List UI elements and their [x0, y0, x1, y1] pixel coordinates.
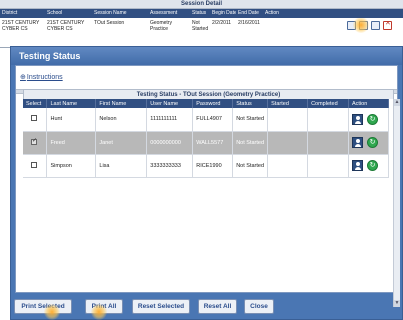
status: Not Started: [232, 154, 269, 178]
cursor-highlight: [91, 304, 107, 320]
session-status: Not Started: [192, 20, 209, 32]
select-cell: [23, 154, 48, 178]
column-header-user-name: User Name: [146, 99, 194, 108]
column-header-completed: Completed: [307, 99, 350, 108]
first-name: Lisa: [95, 154, 148, 178]
column-header-password: Password: [192, 99, 234, 108]
first-name: Janet: [95, 131, 148, 155]
select-checkbox[interactable]: [31, 161, 37, 168]
column-header-action: Action: [348, 99, 389, 108]
action-cell: ↻: [348, 131, 389, 155]
select-cell: [23, 108, 48, 132]
completed: [307, 108, 350, 132]
last-name: Hunt: [46, 108, 97, 132]
reset-all-button[interactable]: Reset All: [198, 299, 237, 314]
column-header-district: District: [2, 10, 18, 16]
go-arrow-icon[interactable]: ↻: [367, 137, 379, 148]
print-selected-button[interactable]: Print Selected: [14, 299, 72, 314]
testing-status-table: Select Last Name First Name User Name Pa…: [23, 99, 389, 178]
status: Not Started: [232, 108, 269, 132]
cursor-highlight: [353, 18, 369, 33]
close-button[interactable]: Close: [244, 299, 274, 314]
session-begin-date: 2/2/2011: [212, 20, 232, 26]
instructions-link[interactable]: ⊕Instructions: [20, 73, 63, 81]
user-name: 1111111111: [146, 108, 194, 132]
table-row: Freed Janet 0000000000 WALL5577 Not Star…: [23, 131, 389, 155]
select-cell: [23, 131, 48, 155]
action-cell: ↻: [348, 108, 389, 132]
page: Session Detail District School Session N…: [0, 0, 403, 320]
column-header-action: Action: [265, 10, 279, 16]
table-row: Simpson Lisa 3333333333 RICE1990 Not Sta…: [23, 154, 389, 178]
person-icon[interactable]: [352, 137, 364, 148]
grid-title: Testing Status - TOut Session (Geometry …: [23, 89, 394, 99]
session-detail-header: District School Session Name Assessment …: [0, 9, 403, 18]
session-detail-title: Session Detail: [0, 0, 403, 9]
session-assessment: Geometry Practice: [150, 20, 172, 32]
password: RICE1990: [192, 154, 234, 178]
instructions-label: Instructions: [26, 74, 63, 81]
session-district: 21ST CENTURY CYBER CS: [2, 20, 40, 32]
cursor-highlight: [44, 304, 60, 320]
window-title: Testing Status: [11, 47, 402, 65]
vertical-scrollbar[interactable]: ▲ ▼: [393, 99, 400, 307]
user-name: 0000000000: [146, 131, 194, 155]
column-header-session-name: Session Name: [94, 10, 127, 16]
session-name: TOut Session: [94, 20, 125, 26]
go-arrow-icon[interactable]: ↻: [367, 160, 379, 171]
password: FULL4907: [192, 108, 234, 132]
go-arrow-icon[interactable]: ↻: [367, 113, 379, 125]
column-header-first-name: First Name: [95, 99, 148, 108]
column-header-school: School: [47, 10, 63, 16]
select-checkbox[interactable]: [31, 138, 37, 145]
session-school: 21ST CENTURY CYBER CS: [47, 20, 85, 32]
completed: [307, 154, 350, 178]
expand-icon: ⊕: [20, 74, 26, 81]
started: [267, 131, 309, 155]
last-name: Simpson: [46, 154, 97, 178]
session-detail-panel: Session Detail District School Session N…: [0, 0, 403, 48]
column-header-end-date: End Date: [238, 10, 259, 16]
person-icon[interactable]: [352, 160, 364, 171]
testing-status-window: Testing Status ⊕Instructions Testing Sta…: [10, 46, 403, 320]
column-header-begin-date: Begin Date: [212, 10, 236, 16]
column-header-assessment: Assessment: [150, 10, 178, 16]
scroll-down-arrow-icon[interactable]: ▼: [394, 300, 400, 307]
column-header-status: Status: [232, 99, 269, 108]
reset-selected-button[interactable]: Reset Selected: [132, 299, 190, 314]
session-actions: [263, 18, 403, 40]
column-header-status: Status: [192, 10, 207, 16]
select-checkbox[interactable]: [31, 115, 37, 122]
person-icon[interactable]: [352, 113, 364, 125]
session-row: 21ST CENTURY CYBER CS 21ST CENTURY CYBER…: [0, 18, 403, 40]
action-cell: ↻: [348, 154, 389, 178]
print-icon[interactable]: [371, 21, 380, 30]
column-header-select: Select: [23, 99, 48, 108]
user-name: 3333333333: [146, 154, 194, 178]
completed: [307, 131, 350, 155]
status: Not Started: [232, 131, 269, 155]
delete-icon[interactable]: [383, 21, 392, 30]
first-name: Nelson: [95, 108, 148, 132]
session-end-date: 2/16/2011: [238, 20, 260, 26]
started: [267, 154, 309, 178]
column-header-started: Started: [267, 99, 309, 108]
last-name: Freed: [46, 131, 97, 155]
table-row: Hunt Nelson 1111111111 FULL4907 Not Star…: [23, 108, 389, 132]
started: [267, 108, 309, 132]
scroll-up-arrow-icon[interactable]: ▲: [394, 99, 400, 106]
column-header-last-name: Last Name: [46, 99, 97, 108]
password: WALL5577: [192, 131, 234, 155]
